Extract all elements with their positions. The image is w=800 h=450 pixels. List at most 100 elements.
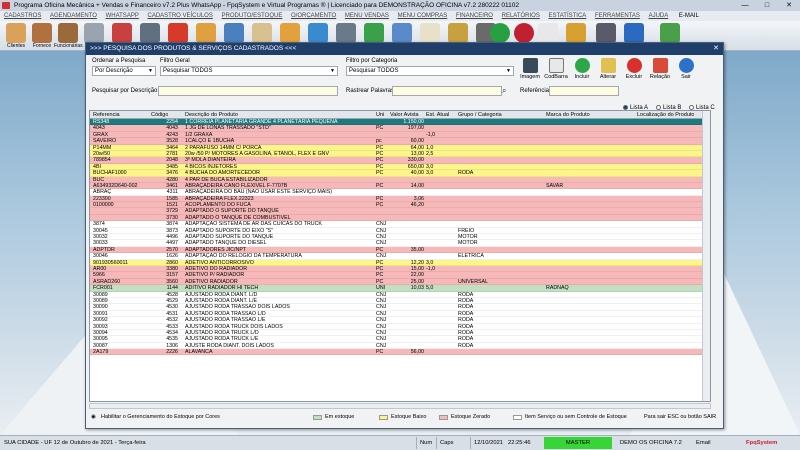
menu-whatsapp[interactable]: WHATSAPP (106, 13, 139, 19)
reference-input[interactable] (549, 86, 619, 96)
chevron-down-icon: ▼ (330, 68, 335, 74)
edit-button-label: Alterar (599, 74, 617, 80)
vertical-scrollbar[interactable] (702, 111, 710, 401)
menu-estatistica[interactable]: ESTATÍSTICA (549, 13, 587, 19)
edit-button[interactable]: Alterar (596, 56, 620, 86)
col-valor[interactable]: Valor Avista (390, 111, 419, 119)
search-description-label: Pesquisar por Descrição (92, 88, 158, 94)
menu-financeiro[interactable]: FINANCEIRO (456, 13, 493, 19)
col-referencia[interactable]: Referencia (93, 111, 120, 119)
search-description-input[interactable] (158, 86, 338, 96)
cell-cod: 2226 (166, 349, 178, 356)
track-words-input[interactable] (392, 86, 502, 96)
chevron-down-icon: ▼ (148, 68, 153, 74)
box-icon[interactable] (196, 23, 216, 43)
clients-icon[interactable] (6, 23, 26, 43)
add-button[interactable]: Incluir (570, 56, 594, 86)
suppliers-icon[interactable] (32, 23, 52, 43)
exit-icon[interactable] (660, 23, 680, 43)
horizontal-scrollbar[interactable] (89, 403, 711, 409)
title-bar: Programa Oficina Mecânica + Vendas e Fin… (0, 0, 800, 11)
col-localizacao[interactable]: Localização do Produto (637, 111, 694, 119)
menu-cadastro-veiculos[interactable]: CADASTRO VEÍCULOS (148, 13, 213, 19)
order-label: Ordenar a Pesquisa (92, 58, 146, 64)
menu-ajuda[interactable]: AJUDA (649, 13, 669, 19)
list-button[interactable]: Relação (648, 56, 672, 86)
window-title-text: >>> PESQUISA DOS PRODUTOS & SERVIÇOS CAD… (90, 45, 297, 52)
low-stock-label: Estoque Baixo (391, 414, 427, 420)
payment-icon[interactable] (514, 23, 534, 43)
window-title: Programa Oficina Mecânica + Vendas e Fin… (14, 2, 519, 9)
barcode-button-label: CodBarra (544, 74, 568, 80)
col-descricao[interactable]: Descrição do Produto (185, 111, 238, 119)
menu-email[interactable]: E-MAIL (679, 13, 699, 19)
chevron-down-icon: ▼ (506, 68, 511, 74)
status-time: 22:25:46 (508, 440, 531, 446)
add-button-label: Incluir (574, 74, 590, 80)
maximize-button[interactable]: □ (756, 0, 778, 11)
table-body: RS348 2254 1 CORREIA PLANETÁRIA GRANDE 4 P… (90, 119, 710, 356)
notes-icon[interactable] (538, 23, 558, 43)
col-unidade[interactable]: Uni (376, 111, 384, 119)
document-icon[interactable] (252, 23, 272, 43)
order-select[interactable]: Por Descrição ▼ (92, 66, 156, 76)
exit-hint: Para sair ESC ou botão SAIR (644, 414, 717, 420)
search-icon[interactable]: ⌕ (502, 86, 506, 96)
help-icon[interactable] (624, 23, 644, 43)
status-demo: DEMO OS OFICINA 7.2 (620, 440, 682, 446)
col-marca[interactable]: Marca do Produto (546, 111, 590, 119)
status-date: 12/10/2021 (474, 440, 504, 446)
menu-orcamento[interactable]: O/ORÇAMENTO (291, 13, 336, 19)
delete-button[interactable]: Excluir (622, 56, 646, 86)
image-button[interactable]: Imagem (518, 56, 542, 86)
low-stock-swatch (379, 415, 388, 420)
monitor-icon[interactable] (336, 23, 356, 43)
delete-button-label: Excluir (625, 74, 643, 80)
folder-icon[interactable] (280, 23, 300, 43)
keyboard-icon[interactable] (596, 23, 616, 43)
menu-compras[interactable]: MENU COMPRAS (398, 13, 448, 19)
col-estoque[interactable]: Est. Atual (426, 111, 449, 119)
enable-colors-checkbox[interactable]: ◉ (91, 412, 96, 422)
menu-vendas[interactable]: MENU VENDAS (345, 13, 389, 19)
zero-stock-swatch (439, 415, 448, 420)
close-button[interactable]: ✕ (778, 0, 800, 11)
report-icon[interactable] (308, 23, 328, 43)
col-grupo[interactable]: Grupo / Categoria (458, 111, 502, 119)
category-filter-select[interactable]: Pesquisar TODOS ▼ (346, 66, 514, 76)
status-email[interactable]: Email (696, 436, 711, 450)
general-filter-select[interactable]: Pesquisar TODOS ▼ (160, 66, 338, 76)
gear-icon[interactable] (168, 23, 188, 43)
minimize-button[interactable]: — (734, 0, 756, 11)
clipboard-icon[interactable] (224, 23, 244, 43)
chart-icon[interactable] (364, 23, 384, 43)
dollar-icon[interactable] (490, 23, 510, 43)
tools-icon[interactable] (566, 23, 586, 43)
cart-icon[interactable] (420, 23, 440, 43)
window-close-button[interactable]: ✕ (713, 43, 719, 55)
category-filter-label: Filtro por Categoria (346, 58, 398, 64)
employees-icon[interactable] (58, 23, 78, 43)
image-button-label: Imagem (520, 74, 540, 80)
track-words-label: Rastrear Palavras (346, 88, 395, 94)
exit-window-button[interactable]: Sair (674, 56, 698, 86)
calendar-icon[interactable] (112, 23, 132, 43)
menu-relatorios[interactable]: RELATÓRIOS (502, 13, 540, 19)
product-search-window: >>> PESQUISA DOS PRODUTOS & SERVIÇOS CAD… (85, 42, 724, 429)
menu-produto-estoque[interactable]: PRODUTO/ESTOQUE (222, 13, 283, 19)
status-num: Num (420, 440, 433, 446)
col-codigo[interactable]: Código (151, 111, 168, 119)
barcode-button[interactable]: CodBarra (544, 56, 568, 86)
app-icon (2, 2, 10, 9)
menu-agendamento[interactable]: AGENDAMENTO (50, 13, 97, 19)
menu-ferramentas[interactable]: FERRAMENTAS (595, 13, 640, 19)
printer-icon[interactable] (392, 23, 412, 43)
exit-button-label: Sair (681, 74, 691, 80)
menu-cadastros[interactable]: CADASTROS (4, 13, 41, 19)
cash-icon[interactable] (448, 23, 468, 43)
order-select-value: Por Descrição (95, 68, 133, 74)
car-icon[interactable] (140, 23, 160, 43)
truck-icon[interactable] (84, 23, 104, 43)
status-separator (470, 437, 471, 449)
table-row[interactable]: 2A179 2226 ALAVANCA PC 56,00 (90, 349, 710, 356)
